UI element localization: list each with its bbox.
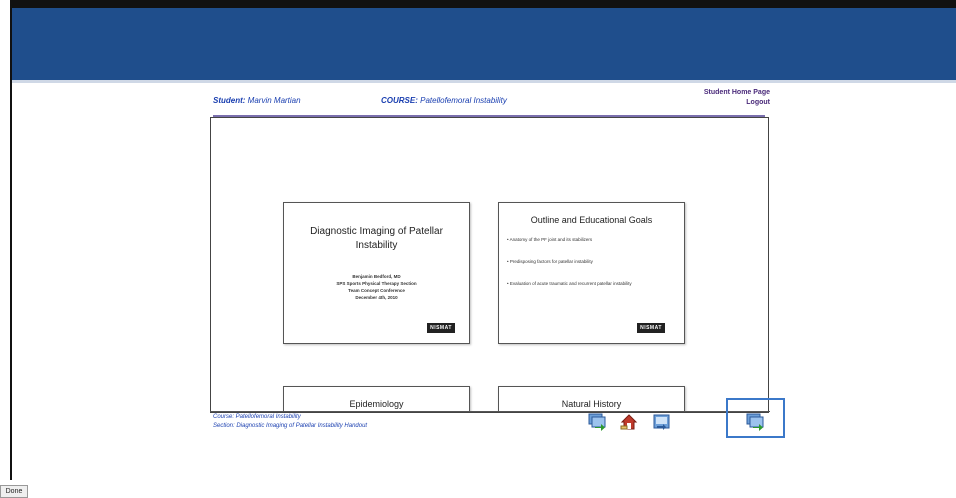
logout-link[interactable]: Logout (660, 99, 770, 106)
slide-natural-history-heading: Natural History (561, 399, 622, 409)
student-info: Student: Marvin Martian (213, 96, 301, 105)
outline-bullet: • Predisposing factors for patellar inst… (507, 259, 593, 264)
done-button[interactable]: Done (0, 485, 28, 498)
event-date: December 4th, 2010 (355, 295, 398, 300)
footer-course: Course: Patellofemoral Instability (213, 414, 301, 420)
nismat-logo: NISMAT (427, 323, 455, 333)
site-banner (12, 8, 956, 80)
course-name: Patellofemoral Instability (420, 96, 507, 105)
slide-title: Diagnostic Imaging of Patellar Instabili… (283, 202, 470, 344)
slide-outline-heading: Outline and Educational Goals (530, 215, 653, 225)
nismat-logo: NISMAT (637, 323, 665, 333)
previous-page-icon[interactable] (587, 412, 607, 432)
outline-bullet: • Evaluation of acute traumatic and recu… (507, 281, 632, 286)
outline-bullet: • Anatomy of the PF joint and its stabil… (507, 237, 593, 242)
slide-epidemiology-heading: Epidemiology (349, 399, 404, 409)
student-name: Marvin Martian (247, 96, 301, 105)
window-top-border (10, 0, 956, 8)
student-home-link[interactable]: Student Home Page (660, 89, 770, 96)
student-label: Student: (213, 96, 246, 105)
course-info: COURSE: Patellofemoral Instability (381, 96, 507, 105)
footer-section: Section: Diagnostic Imaging of Patellar … (213, 423, 368, 429)
slide-natural-history: Natural History (498, 386, 685, 412)
course-label: COURSE: (381, 96, 418, 105)
event-name: Team Concept Conference (348, 288, 405, 293)
continue-icon[interactable] (745, 412, 765, 432)
home-icon[interactable] (619, 412, 639, 432)
document-viewer[interactable]: Diagnostic Imaging of Patellar Instabili… (210, 117, 769, 413)
viewer-bottom-rule (210, 411, 770, 412)
slide-title-heading: Diagnostic Imaging of Patellar Instabili… (310, 226, 443, 251)
banner-divider (12, 80, 956, 83)
next-page-icon[interactable] (651, 412, 671, 432)
slide-outline: Outline and Educational Goals • Anatomy … (498, 202, 685, 344)
presenter-name: Benjamin Bedford, MD (352, 274, 401, 279)
slide-epidemiology: Epidemiology (283, 386, 470, 412)
presenter-org: SPS Sports Physical Therapy Section (336, 281, 417, 286)
